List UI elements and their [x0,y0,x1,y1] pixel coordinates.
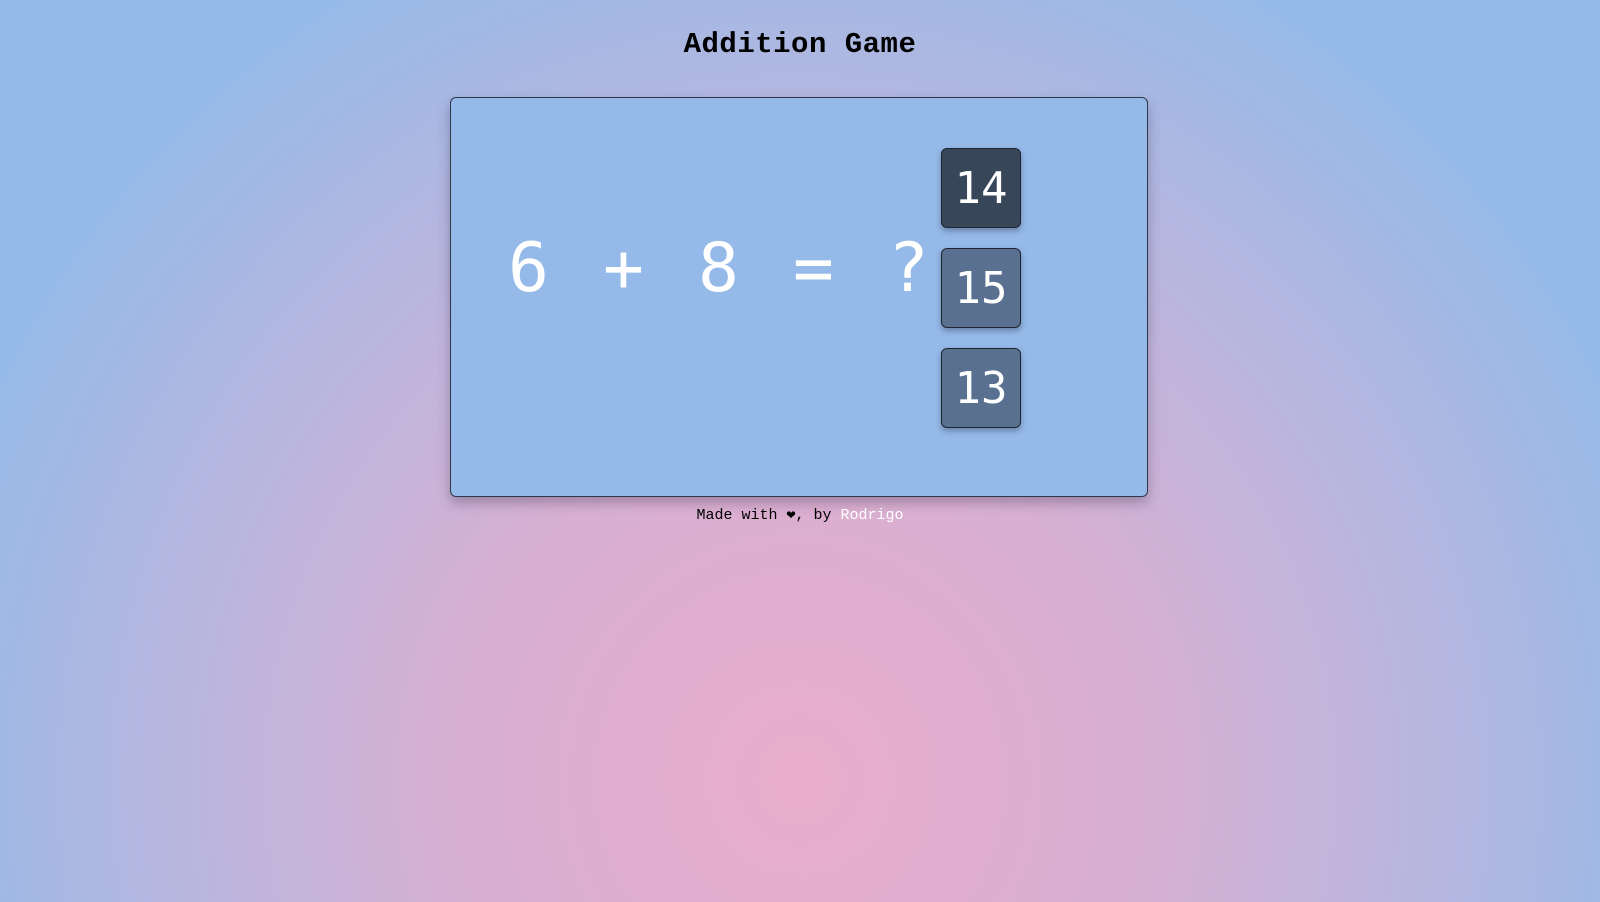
author-link[interactable]: Rodrigo [841,507,904,524]
footer-middle: , by [795,507,841,524]
operand-b: 8 [698,228,739,308]
answer-option-15[interactable]: 15 [941,248,1021,328]
operator-plus: + [603,228,644,308]
page-title: Addition Game [683,28,917,61]
answer-option-14[interactable]: 14 [941,148,1021,228]
equals-sign: = [793,228,834,308]
footer: Made with ❤, by Rodrigo [0,505,1600,524]
heart-icon: ❤ [786,507,796,524]
game-card: 6 + 8 = ? 14 15 13 [450,97,1148,497]
operand-a: 6 [508,228,549,308]
answer-options: 14 15 13 [941,148,1021,448]
equation: 6 + 8 = ? [481,223,956,313]
footer-prefix: Made with [696,507,787,524]
answer-option-13[interactable]: 13 [941,348,1021,428]
